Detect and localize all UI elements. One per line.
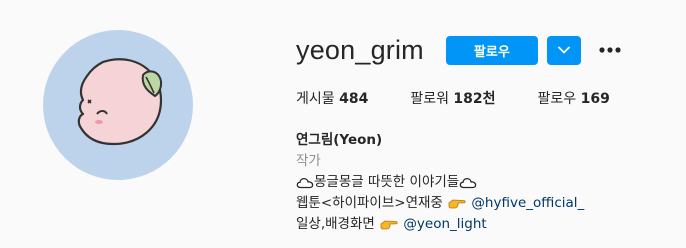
category-label: 작가 [296, 153, 321, 169]
display-name: 연그림(Yeon) [296, 132, 383, 148]
cloud-icon [296, 177, 314, 189]
chevron-down-icon [557, 46, 570, 54]
stat-label: 팔로워 [410, 91, 449, 107]
stat-followers[interactable]: 팔로워 182천 [410, 88, 495, 108]
more-options-button[interactable] [597, 37, 623, 63]
pointing-hand-icon [448, 199, 466, 209]
stat-value: 484 [339, 91, 369, 107]
follow-button[interactable]: 팔로우 [445, 35, 538, 65]
bio-text: 몽글몽글 따뜻한 이야기들 [314, 174, 460, 190]
stat-following[interactable]: 팔로우 169 [538, 88, 610, 108]
bio-line-1: 몽글몽글 따뜻한 이야기들 [296, 172, 584, 193]
stat-label: 팔로우 [537, 91, 577, 107]
stat-value: 169 [580, 91, 610, 107]
bio-line-3: 일상,배경화면 @yeon_light [296, 214, 584, 235]
profile-bio: 연그림(Yeon) 작가 몽글몽글 따뜻한 이야기들 웹툰<하이파이브>연재중 … [296, 130, 584, 235]
bio-text: 일상,배경화면 [296, 216, 380, 232]
more-dots-icon [599, 47, 621, 53]
mention-link[interactable]: @yeon_light [403, 216, 486, 232]
pointing-hand-icon [380, 220, 398, 230]
stat-label: 게시물 [296, 91, 335, 107]
username: yeon_grim [296, 34, 424, 65]
stat-posts: 게시물 484 [296, 88, 368, 108]
profile-stats: 게시물 484 팔로워 182천 팔로우 169 [296, 88, 652, 108]
suggested-dropdown-button[interactable] [546, 35, 581, 65]
stat-value: 182천 [453, 91, 496, 107]
mention-link[interactable]: @hyfive_official_ [471, 195, 584, 211]
profile-header: yeon_grim 팔로우 [296, 33, 623, 67]
cloud-icon [459, 177, 477, 189]
bio-line-2: 웹툰<하이파이브>연재중 @hyfive_official_ [296, 193, 584, 214]
bio-text: 웹툰<하이파이브>연재중 [296, 195, 448, 211]
profile-avatar[interactable] [43, 30, 193, 180]
